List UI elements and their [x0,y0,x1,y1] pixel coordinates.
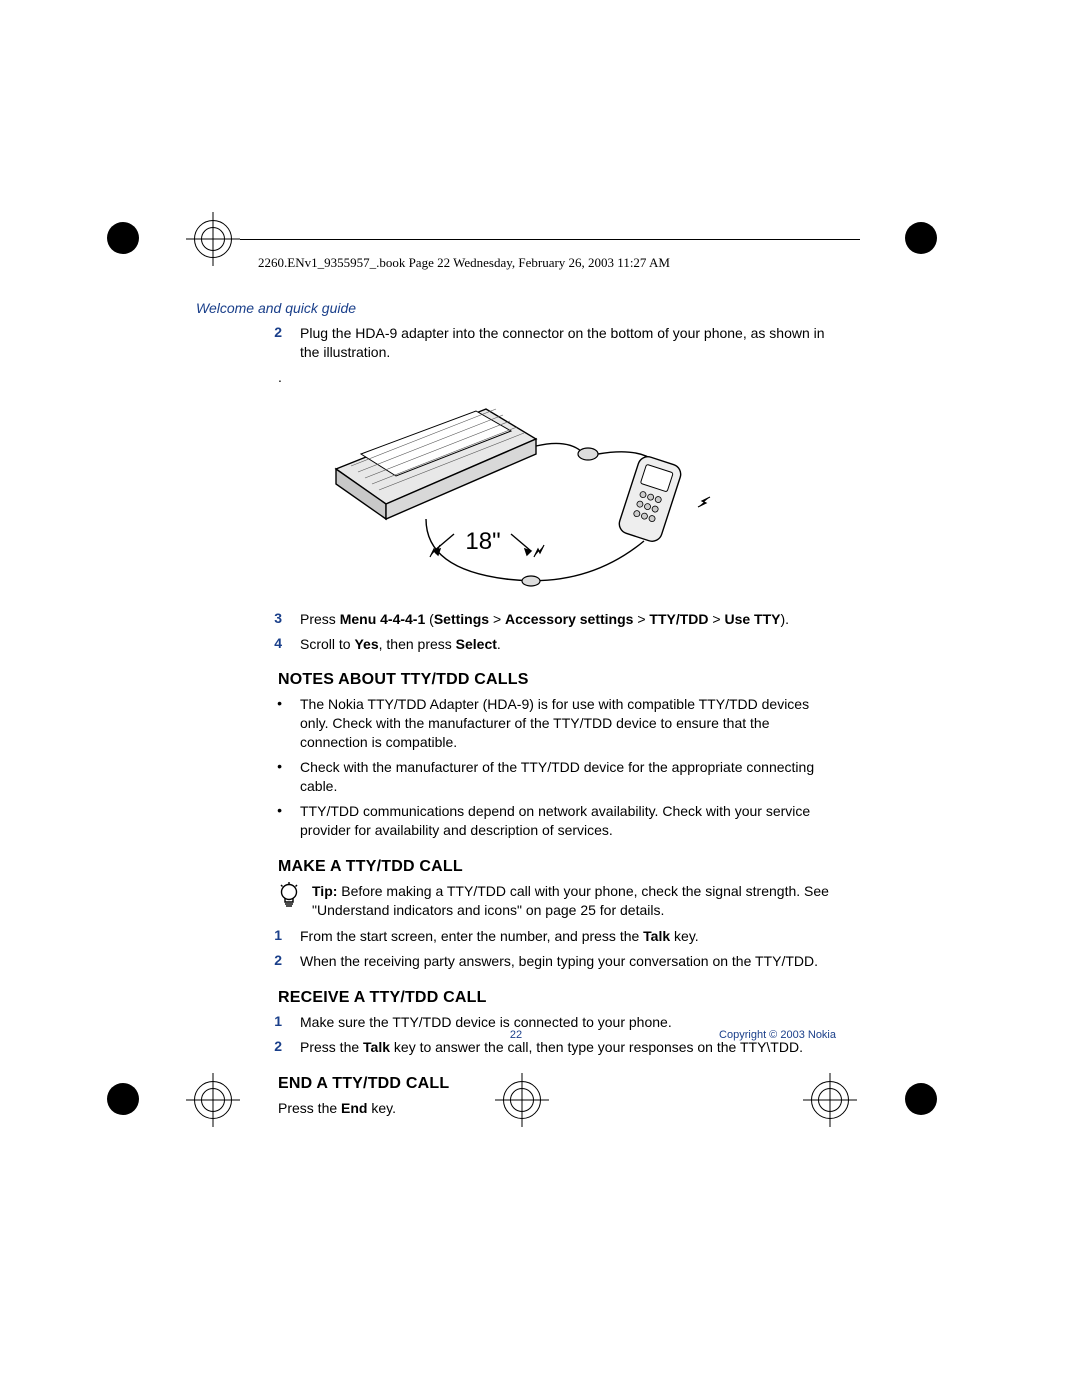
page-container: 2260.ENv1_9355957_.book Page 22 Wednesda… [0,0,1080,1397]
bullet-icon: • [196,758,300,796]
reg-dot-bl [107,1083,139,1115]
reg-dot-tr [905,222,937,254]
step-text: When the receiving party answers, begin … [300,952,836,971]
step-number: 3 [196,610,300,629]
tty-diagram-icon: 18" [306,399,726,589]
reg-mark-bc [495,1073,549,1127]
bullet-icon: • [196,802,300,840]
make-step-1: 1 From the start screen, enter the numbe… [196,927,836,946]
measurement-label: 18" [465,528,500,555]
bullet-text: The Nokia TTY/TDD Adapter (HDA-9) is for… [300,695,836,752]
make-step-2: 2 When the receiving party answers, begi… [196,952,836,971]
step-text: Plug the HDA-9 adapter into the connecto… [300,324,836,362]
tty-illustration: 18" [196,399,836,592]
step-2: 2 Plug the HDA-9 adapter into the connec… [196,324,836,362]
receive-call-heading: RECEIVE A TTY/TDD CALL [196,989,836,1007]
bullet-text: Check with the manufacturer of the TTY/T… [300,758,836,796]
step-number: 4 [196,635,300,654]
step-number: 1 [196,1013,300,1032]
lightbulb-icon [196,882,312,920]
bullet-text: TTY/TDD communications depend on network… [300,802,836,840]
page-number: 22 [510,1029,522,1041]
step-3: 3 Press Menu 4-4-4-1 (Settings > Accesso… [196,610,836,629]
reg-dot-tl [107,222,139,254]
reg-mark-bl [186,1073,240,1127]
tip-row: Tip: Before making a TTY/TDD call with y… [196,882,836,920]
step-number: 1 [196,927,300,946]
notes-bullet-1: • The Nokia TTY/TDD Adapter (HDA-9) is f… [196,695,836,752]
period-line: . [196,368,836,387]
step-text: Scroll to Yes, then press Select. [300,635,836,654]
notes-heading: NOTES ABOUT TTY/TDD CALLS [196,671,836,689]
step-4: 4 Scroll to Yes, then press Select. [196,635,836,654]
step-number: 2 [196,952,300,971]
step-number: 2 [196,324,300,362]
book-header-text: 2260.ENv1_9355957_.book Page 22 Wednesda… [258,255,670,271]
step-number: 2 [196,1038,300,1057]
content-area: Welcome and quick guide 2 Plug the HDA-9… [196,300,836,1118]
notes-bullet-3: • TTY/TDD communications depend on netwo… [196,802,836,840]
tip-text: Tip: Before making a TTY/TDD call with y… [312,882,836,920]
reg-dot-br [905,1083,937,1115]
make-call-heading: MAKE A TTY/TDD CALL [196,858,836,876]
step-text: From the start screen, enter the number,… [300,927,836,946]
bullet-icon: • [196,695,300,752]
copyright-text: Copyright © 2003 Nokia [719,1029,836,1041]
reg-mark-top [186,212,240,266]
reg-mark-br [803,1073,857,1127]
section-header: Welcome and quick guide [196,300,836,316]
header-rule [240,239,860,240]
step-text: Press Menu 4-4-4-1 (Settings > Accessory… [300,610,836,629]
notes-bullet-2: • Check with the manufacturer of the TTY… [196,758,836,796]
